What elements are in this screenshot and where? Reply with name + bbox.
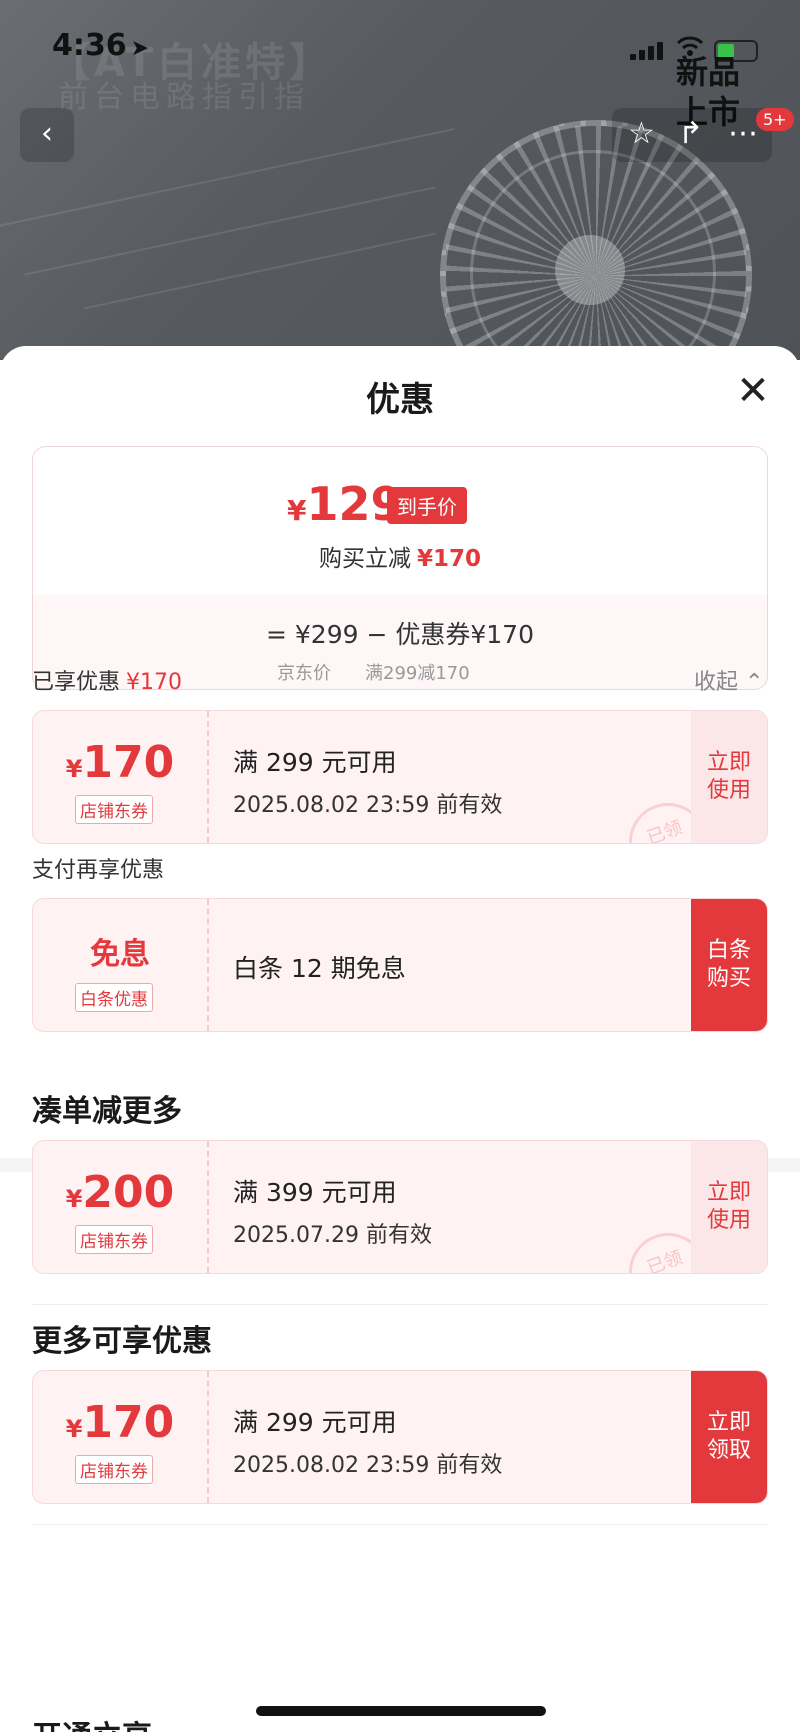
coupon-card: ¥170 店铺东券 满 299 元可用 2025.08.02 23:59 前有效… — [32, 710, 768, 844]
pay-discount-title: 支付再享优惠 — [32, 858, 165, 883]
back-button[interactable]: ‹ — [20, 108, 74, 162]
final-price: ¥129 — [287, 477, 403, 531]
enjoyed-discount-label: 已享优惠 ¥170 — [32, 670, 183, 695]
coupon-type-badge: 店铺东券 — [75, 1455, 153, 1484]
coupon-condition: 满 299 元可用 — [233, 1408, 397, 1437]
cart-count-badge: 5+ — [756, 108, 794, 131]
price-summary-card: ¥129 到手价 购买立减 ¥170 = ¥299 − 优惠券¥170 京东价 满… — [32, 446, 768, 690]
coupon-expiry: 2025.08.02 23:59 前有效 — [233, 793, 503, 818]
coupon-card: 免息 白条优惠 白条 12 期免息 白条 购买 — [32, 898, 768, 1032]
home-indicator — [256, 1706, 546, 1716]
coupon-condition: 满 299 元可用 — [233, 748, 397, 777]
use-now-button[interactable]: 立即 使用 — [691, 711, 767, 843]
divider — [32, 1524, 768, 1525]
coupon-condition: 满 399 元可用 — [233, 1178, 397, 1207]
divider — [32, 1304, 768, 1305]
coupon-expiry: 2025.08.02 23:59 前有效 — [233, 1453, 503, 1478]
banner-subtext: 前台电路指引指 — [58, 80, 310, 115]
coupon-rule-label: 满299减170 — [365, 663, 470, 684]
signal-icon — [630, 40, 664, 60]
top-actions: ☆ ↱ ⋯ — [612, 108, 772, 162]
chevron-left-icon: ‹ — [41, 116, 53, 151]
status-time: 4:36 ➤ — [52, 28, 150, 63]
cut-off-section-title: 开通立享 — [32, 1712, 152, 1732]
location-arrow-icon: ➤ — [130, 36, 150, 61]
use-now-button[interactable]: 立即 使用 — [691, 1141, 767, 1273]
coupon-condition: 白条 12 期免息 — [233, 954, 406, 983]
discount-sheet: 优惠 ✕ ¥129 到手价 购买立减 ¥170 = ¥299 − 优惠券¥170 … — [0, 346, 800, 1731]
coupon-amount: ¥170 — [65, 737, 175, 788]
coupon-type-badge: 店铺东券 — [75, 795, 153, 824]
more-benefit-title: 更多可享优惠 — [32, 1324, 212, 1359]
share-icon[interactable]: ↱ — [678, 116, 703, 151]
coupon-type-badge: 白条优惠 — [75, 983, 153, 1012]
coupon-card: ¥200 店铺东券 满 399 元可用 2025.07.29 前有效 已领 立即… — [32, 1140, 768, 1274]
coupon-expiry: 2025.07.29 前有效 — [233, 1223, 432, 1248]
collapse-button[interactable]: 收起 ⌃ — [694, 664, 763, 696]
reduce-line: 购买立减 ¥170 — [318, 546, 481, 572]
coupon-amount: ¥170 — [65, 1397, 175, 1448]
final-price-tag: 到手价 — [387, 487, 467, 524]
star-icon[interactable]: ☆ — [628, 116, 655, 151]
baitiao-buy-button[interactable]: 白条 购买 — [691, 899, 767, 1031]
jd-price-label: 京东价 — [277, 663, 331, 684]
coupon-amount: 免息 — [90, 937, 150, 972]
sheet-title: 优惠 — [366, 380, 434, 420]
claim-now-button[interactable]: 立即 领取 — [691, 1371, 767, 1503]
coupon-type-badge: 店铺东券 — [75, 1225, 153, 1254]
more-icon[interactable]: ⋯ — [728, 116, 758, 151]
price-formula: = ¥299 − 优惠券¥170 — [266, 620, 534, 649]
coupon-amount: ¥200 — [65, 1167, 175, 1218]
close-icon[interactable]: ✕ — [728, 366, 778, 416]
more-order-title: 凑单减更多 — [32, 1094, 182, 1129]
coupon-card: ¥170 店铺东券 满 299 元可用 2025.08.02 23:59 前有效… — [32, 1370, 768, 1504]
